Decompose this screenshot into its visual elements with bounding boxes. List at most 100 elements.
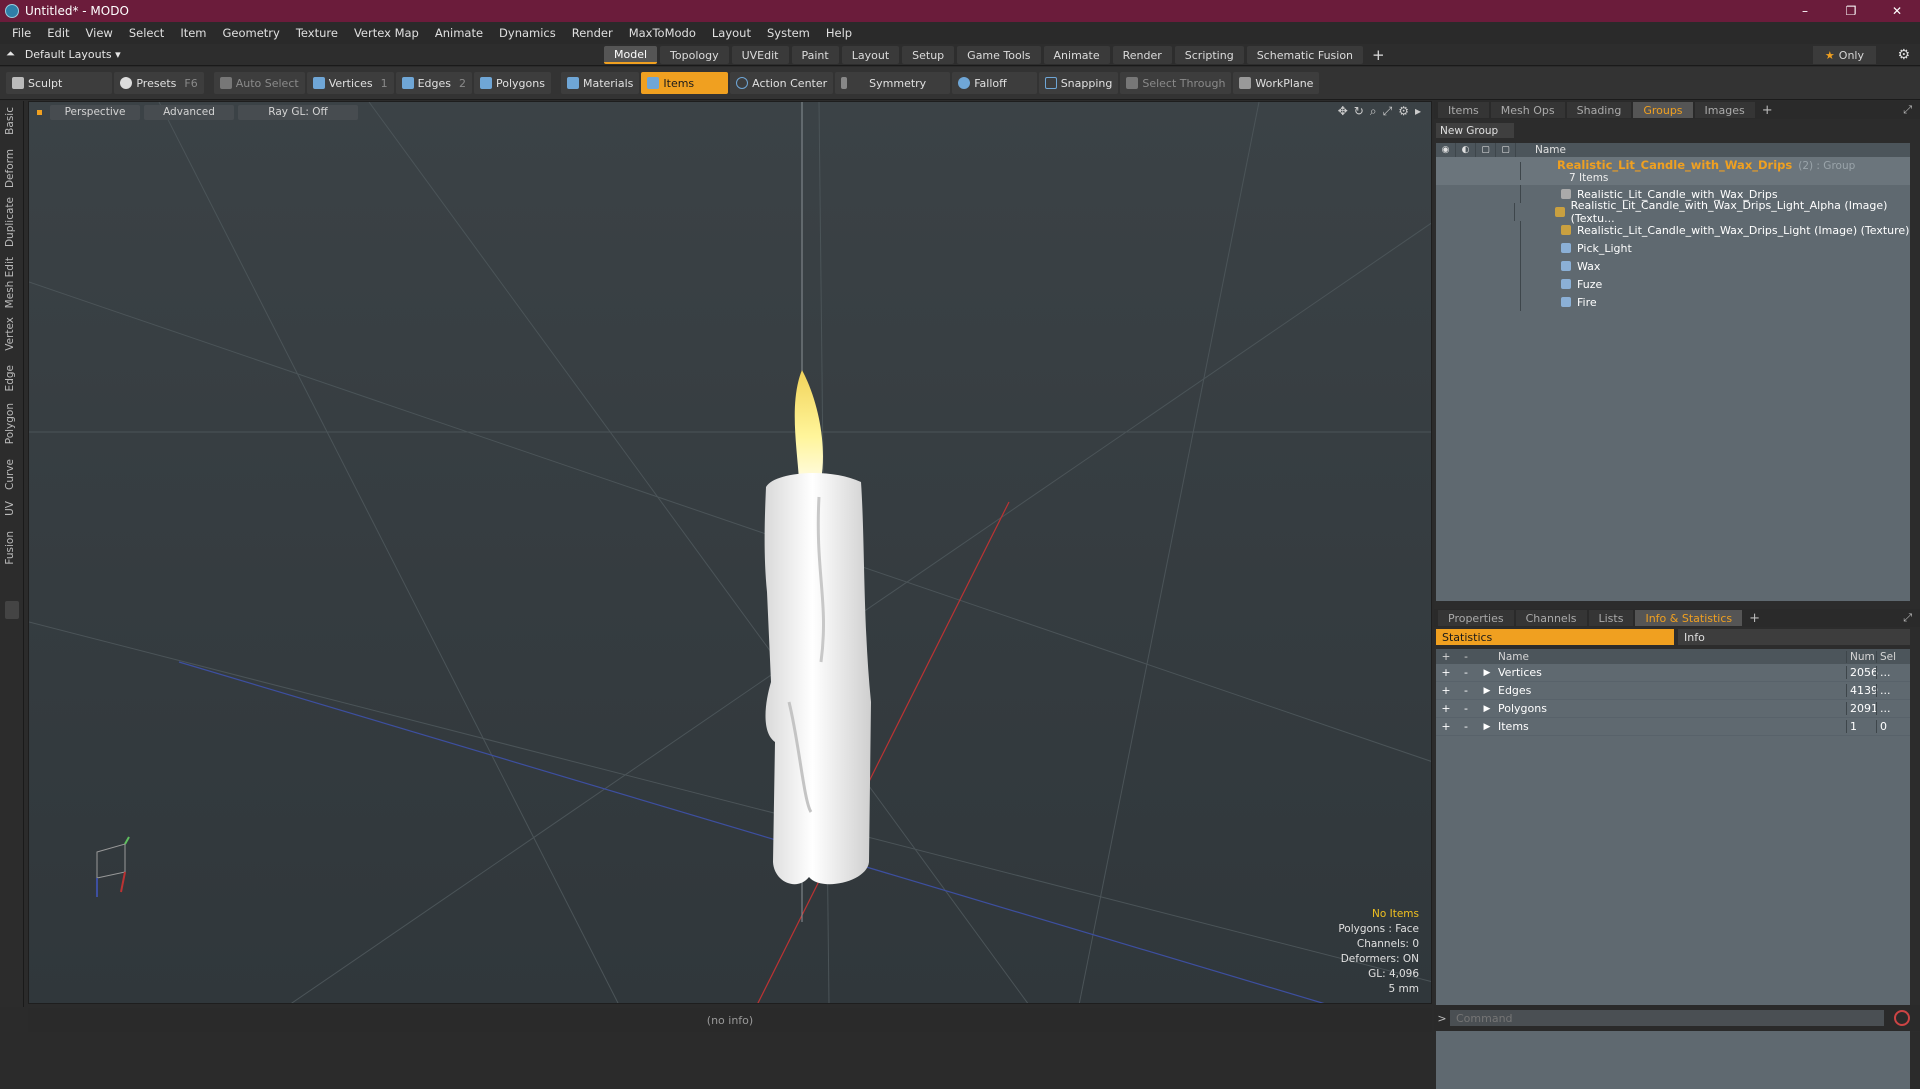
presets-button[interactable]: Presets F6 — [114, 72, 204, 94]
3d-viewport[interactable]: Perspective Advanced Ray GL: Off ✥ ↻ ⌕ ⤢… — [28, 101, 1432, 1004]
tab-schematic-fusion[interactable]: Schematic Fusion — [1246, 46, 1364, 64]
tab-game-tools[interactable]: Game Tools — [957, 46, 1041, 64]
left-tab-curve[interactable]: Curve — [4, 459, 16, 490]
rotate-icon[interactable]: ↻ — [1354, 104, 1364, 119]
table-row[interactable]: + - ▶ Vertices 2056... — [1436, 664, 1910, 682]
left-tab-uv[interactable]: UV — [4, 501, 16, 516]
select-through-button[interactable]: Select Through — [1120, 72, 1232, 94]
minimize-button[interactable]: – — [1782, 0, 1828, 22]
expand-panel-icon[interactable]: ⤢ — [1903, 103, 1912, 117]
left-tab-edge[interactable]: Edge — [4, 365, 16, 391]
menu-render[interactable]: Render — [564, 26, 621, 40]
list-item[interactable]: Realistic_Lit_Candle_with_Wax_Drips_Ligh… — [1436, 221, 1910, 239]
list-item[interactable]: Fire — [1436, 293, 1910, 311]
menu-view[interactable]: View — [78, 26, 121, 40]
workplane-button[interactable]: WorkPlane — [1233, 72, 1320, 94]
menu-file[interactable]: File — [4, 26, 39, 40]
menu-system[interactable]: System — [759, 26, 818, 40]
advanced-dropdown[interactable]: Advanced — [144, 104, 234, 120]
menu-select[interactable]: Select — [121, 26, 172, 40]
plus-icon[interactable]: + — [1436, 702, 1456, 715]
tab-topology[interactable]: Topology — [660, 46, 729, 64]
left-tab-basic[interactable]: Basic — [4, 107, 16, 135]
add-column-icon[interactable]: + — [1436, 651, 1456, 663]
ray-gl-toggle[interactable]: Ray GL: Off — [238, 104, 358, 120]
sculpt-button[interactable]: Sculpt — [6, 72, 113, 94]
tab-groups[interactable]: Groups — [1633, 102, 1693, 118]
collapse-icon[interactable]: ⏶ — [6, 47, 15, 61]
auto-select-button[interactable]: Auto Select — [213, 72, 305, 94]
select-icon[interactable]: ▢ — [1496, 143, 1516, 157]
materials-button[interactable]: Materials — [560, 72, 640, 94]
menu-help[interactable]: Help — [818, 26, 860, 40]
minus-icon[interactable]: - — [1456, 666, 1476, 679]
tab-images[interactable]: Images — [1694, 102, 1755, 118]
edges-button[interactable]: Edges 2 — [395, 72, 473, 94]
add-panel-tab-button[interactable]: + — [1744, 611, 1765, 626]
tab-shading[interactable]: Shading — [1566, 102, 1632, 118]
left-tab-deform[interactable]: Deform — [4, 149, 16, 188]
left-tab-mesh-edit[interactable]: Mesh Edit — [4, 257, 16, 308]
left-tab-fusion[interactable]: Fusion — [4, 531, 16, 565]
menu-edit[interactable]: Edit — [39, 26, 77, 40]
visibility-eye-icon[interactable]: ◉ — [1436, 143, 1456, 157]
group-row[interactable]: Realistic_Lit_Candle_with_Wax_Drips (2) :… — [1436, 157, 1910, 185]
vertices-button[interactable]: Vertices 1 — [306, 72, 394, 94]
only-button[interactable]: ★ Only — [1812, 46, 1876, 64]
tab-lists[interactable]: Lists — [1588, 610, 1634, 626]
list-item[interactable]: Fuze — [1436, 275, 1910, 293]
tab-uvedit[interactable]: UVEdit — [731, 46, 789, 64]
table-row[interactable]: + - ▶ Polygons 2091... — [1436, 700, 1910, 718]
command-input[interactable] — [1450, 1010, 1884, 1026]
plus-icon[interactable]: + — [1436, 666, 1456, 679]
panel-toggle-button[interactable] — [5, 601, 19, 619]
info-tab[interactable]: Info — [1678, 629, 1910, 645]
tab-model[interactable]: Model — [604, 46, 658, 64]
minus-icon[interactable]: - — [1456, 702, 1476, 715]
menu-texture[interactable]: Texture — [288, 26, 346, 40]
new-group-button[interactable]: New Group — [1436, 123, 1514, 138]
table-row[interactable]: + - ▶ Items 1 0 — [1436, 718, 1910, 736]
add-panel-tab-button[interactable]: + — [1757, 103, 1778, 118]
tab-setup[interactable]: Setup — [902, 46, 955, 64]
menu-animate[interactable]: Animate — [427, 26, 491, 40]
remove-column-icon[interactable]: - — [1456, 651, 1476, 663]
tab-scripting[interactable]: Scripting — [1174, 46, 1244, 64]
viewport-menu-icon[interactable] — [37, 109, 42, 115]
tab-paint[interactable]: Paint — [791, 46, 839, 64]
viewport-scene[interactable] — [29, 102, 1432, 1004]
menu-item[interactable]: Item — [172, 26, 214, 40]
expand-triangle-icon[interactable]: ▶ — [1480, 686, 1494, 696]
list-item[interactable]: Realistic_Lit_Candle_with_Wax_Drips_Ligh… — [1436, 199, 1910, 225]
pan-icon[interactable]: ✥ — [1338, 104, 1348, 119]
menu-maxtomodo[interactable]: MaxToModo — [621, 26, 704, 40]
items-button[interactable]: Items — [641, 72, 729, 94]
layouts-dropdown[interactable]: Default Layouts ▾ — [25, 48, 121, 61]
restore-button[interactable]: ❐ — [1828, 0, 1874, 22]
snapping-button[interactable]: Snapping — [1038, 72, 1119, 94]
candle-model[interactable] — [764, 370, 871, 885]
falloff-button[interactable]: Falloff — [952, 72, 1037, 94]
symmetry-button[interactable]: Symmetry — [835, 72, 951, 94]
plus-icon[interactable]: + — [1436, 720, 1456, 733]
statistics-tab[interactable]: Statistics — [1436, 629, 1674, 645]
polygons-button[interactable]: Polygons — [474, 72, 551, 94]
expand-panel-icon[interactable]: ⤢ — [1903, 611, 1912, 625]
expand-triangle-icon[interactable]: ▶ — [1480, 722, 1494, 732]
close-button[interactable]: ✕ — [1874, 0, 1920, 22]
expand-triangle-icon[interactable]: ▶ — [1480, 668, 1494, 678]
tab-properties[interactable]: Properties — [1438, 610, 1514, 626]
minus-icon[interactable]: - — [1456, 720, 1476, 733]
left-tab-vertex[interactable]: Vertex — [4, 317, 16, 351]
left-tab-duplicate[interactable]: Duplicate — [4, 197, 16, 247]
expand-triangle-icon[interactable]: ▶ — [1480, 704, 1494, 714]
perspective-dropdown[interactable]: Perspective — [50, 104, 140, 120]
fit-icon[interactable]: ⤢ — [1383, 104, 1393, 119]
menu-dynamics[interactable]: Dynamics — [491, 26, 564, 40]
list-item[interactable]: Wax — [1436, 257, 1910, 275]
menu-geometry[interactable]: Geometry — [215, 26, 288, 40]
viewport-settings-icon[interactable]: ⚙ — [1398, 104, 1409, 119]
record-icon[interactable] — [1894, 1010, 1910, 1026]
table-row[interactable]: + - ▶ Edges 4139... — [1436, 682, 1910, 700]
tab-mesh-ops[interactable]: Mesh Ops — [1490, 102, 1565, 118]
